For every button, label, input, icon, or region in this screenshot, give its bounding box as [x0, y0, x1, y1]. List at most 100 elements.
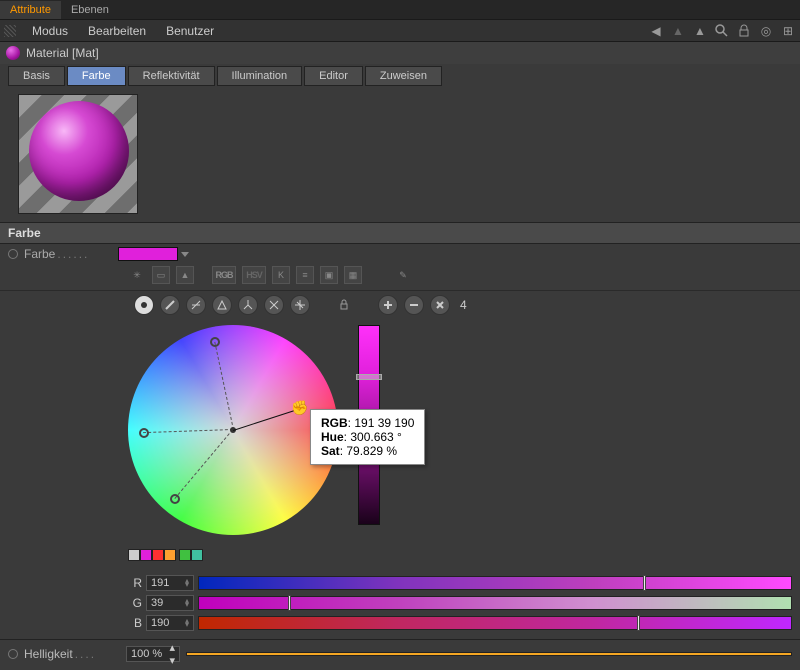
material-preview[interactable] [18, 94, 138, 214]
input-g[interactable]: 39 ▴▾ [146, 595, 194, 611]
folder-icon[interactable]: ▭ [152, 266, 170, 284]
color-wheel[interactable]: ✊ [128, 325, 338, 535]
tt-sat-label: Sat [321, 444, 340, 458]
input-r[interactable]: 191 ▴▾ [146, 575, 194, 591]
property-tabs: Basis Farbe Reflektivität Illumination E… [0, 64, 800, 86]
wheel-main-line [233, 408, 300, 431]
mode-split-button[interactable] [238, 295, 258, 315]
mode-square-button[interactable] [290, 295, 310, 315]
rgb-mode-button[interactable]: RGB [212, 266, 236, 284]
tab-farbe[interactable]: Farbe [67, 66, 126, 86]
stepper-icon[interactable]: ▴▾ [185, 599, 189, 607]
tab-zuweisen[interactable]: Zuweisen [365, 66, 442, 86]
mode-tetrad-button[interactable] [264, 295, 284, 315]
brightness-handle[interactable] [356, 374, 382, 380]
tt-hue-label: Hue [321, 430, 344, 444]
value-r: 191 [151, 577, 169, 589]
handle-g[interactable] [288, 595, 291, 611]
helligkeit-label-text: Helligkeit [24, 647, 73, 661]
handle-r[interactable] [643, 575, 646, 591]
search-icon[interactable] [714, 23, 730, 39]
grip-icon [4, 25, 16, 37]
tab-ebenen[interactable]: Ebenen [61, 1, 119, 19]
up-arrow-icon[interactable]: ▲ [670, 23, 686, 39]
swatch-1[interactable] [140, 549, 152, 561]
new-icon[interactable]: ⊞ [780, 23, 796, 39]
wheel-line-3 [174, 429, 233, 499]
hsv-mode-button[interactable]: HSV [242, 266, 266, 284]
slider-b[interactable] [198, 616, 792, 630]
swatch-2[interactable] [152, 549, 164, 561]
helligkeit-radio[interactable] [8, 649, 18, 659]
reset-button[interactable] [430, 295, 450, 315]
wheel-handle-1[interactable] [210, 337, 220, 347]
farbe-label: Farbe ...... [8, 247, 118, 261]
wheel-line-2 [214, 342, 234, 430]
texture-icon-strip: ✳ ▭ ▲ RGB HSV K ≡ ▣ ▦ ✎ [0, 264, 800, 290]
tab-attribute[interactable]: Attribute [0, 1, 61, 19]
input-b[interactable]: 190 ▴▾ [146, 615, 194, 631]
lock-harmony-icon[interactable] [334, 295, 354, 315]
section-header-farbe: Farbe [0, 222, 800, 244]
eyedropper-icon[interactable]: ✎ [394, 266, 412, 284]
swatch-5[interactable] [191, 549, 203, 561]
menu-benutzer[interactable]: Benutzer [156, 24, 224, 38]
target-icon[interactable]: ◎ [758, 23, 774, 39]
slider-row-b: B 190 ▴▾ [0, 613, 800, 633]
zoom-out-button[interactable] [404, 295, 424, 315]
stepper-icon[interactable]: ▴▾ [185, 579, 189, 587]
lock-icon[interactable] [736, 23, 752, 39]
label-b: B [128, 616, 142, 630]
slider-g[interactable] [198, 596, 792, 610]
value-b: 190 [151, 617, 169, 629]
dropdown-icon[interactable] [181, 252, 189, 257]
mixer-icon[interactable]: ≡ [296, 266, 314, 284]
helligkeit-value: 100 % [131, 648, 162, 660]
tt-rgb-value: 191 39 190 [354, 416, 414, 430]
farbe-row: Farbe ...... [0, 244, 800, 264]
picture-icon[interactable]: ▣ [320, 266, 338, 284]
stepper-icon[interactable]: ▴▾ [185, 619, 189, 627]
swatch-row [0, 545, 800, 573]
label-g: G [128, 596, 142, 610]
color-swatch[interactable] [118, 247, 178, 261]
slider-r[interactable] [198, 576, 792, 590]
tab-basis[interactable]: Basis [8, 66, 65, 86]
value-g: 39 [151, 597, 163, 609]
swatch-4[interactable] [179, 549, 191, 561]
tab-illumination[interactable]: Illumination [217, 66, 303, 86]
material-name: Material [Mat] [26, 46, 99, 60]
helligkeit-slider[interactable] [186, 652, 792, 656]
swatch-0[interactable] [128, 549, 140, 561]
swatches-icon[interactable]: ▦ [344, 266, 362, 284]
label-r: R [128, 576, 142, 590]
mode-single-button[interactable] [134, 295, 154, 315]
preview-sphere [29, 101, 129, 201]
wheel-handle-2[interactable] [170, 494, 180, 504]
menu-modus[interactable]: Modus [22, 24, 78, 38]
zoom-in-button[interactable] [378, 295, 398, 315]
tab-reflektivitat[interactable]: Reflektivität [128, 66, 215, 86]
loading-icon[interactable]: ✳ [128, 266, 146, 284]
dots-icon: .... [75, 647, 96, 661]
tab-editor[interactable]: Editor [304, 66, 363, 86]
mode-complement-button[interactable] [160, 295, 180, 315]
menu-bearbeiten[interactable]: Bearbeiten [78, 24, 156, 38]
image-icon[interactable]: ▲ [176, 266, 194, 284]
back-icon[interactable]: ◀ [648, 23, 664, 39]
kelvin-icon[interactable]: K [272, 266, 290, 284]
handle-b[interactable] [637, 615, 640, 631]
farbe-radio[interactable] [8, 249, 18, 259]
stepper-icon[interactable]: ▴▾ [169, 641, 175, 667]
swatch-3[interactable] [164, 549, 176, 561]
dots-icon: ...... [57, 247, 89, 261]
mode-triad-button[interactable] [212, 295, 232, 315]
helligkeit-input[interactable]: 100 %▴▾ [126, 646, 180, 662]
preview-area [0, 86, 800, 222]
tt-rgb-label: RGB [321, 416, 348, 430]
farbe-label-text: Farbe [24, 247, 55, 261]
wheel-handle-3[interactable] [139, 428, 149, 438]
slider-row-r: R 191 ▴▾ [0, 573, 800, 593]
mode-analogous-button[interactable] [186, 295, 206, 315]
nav-icon[interactable]: ▲ [692, 23, 708, 39]
